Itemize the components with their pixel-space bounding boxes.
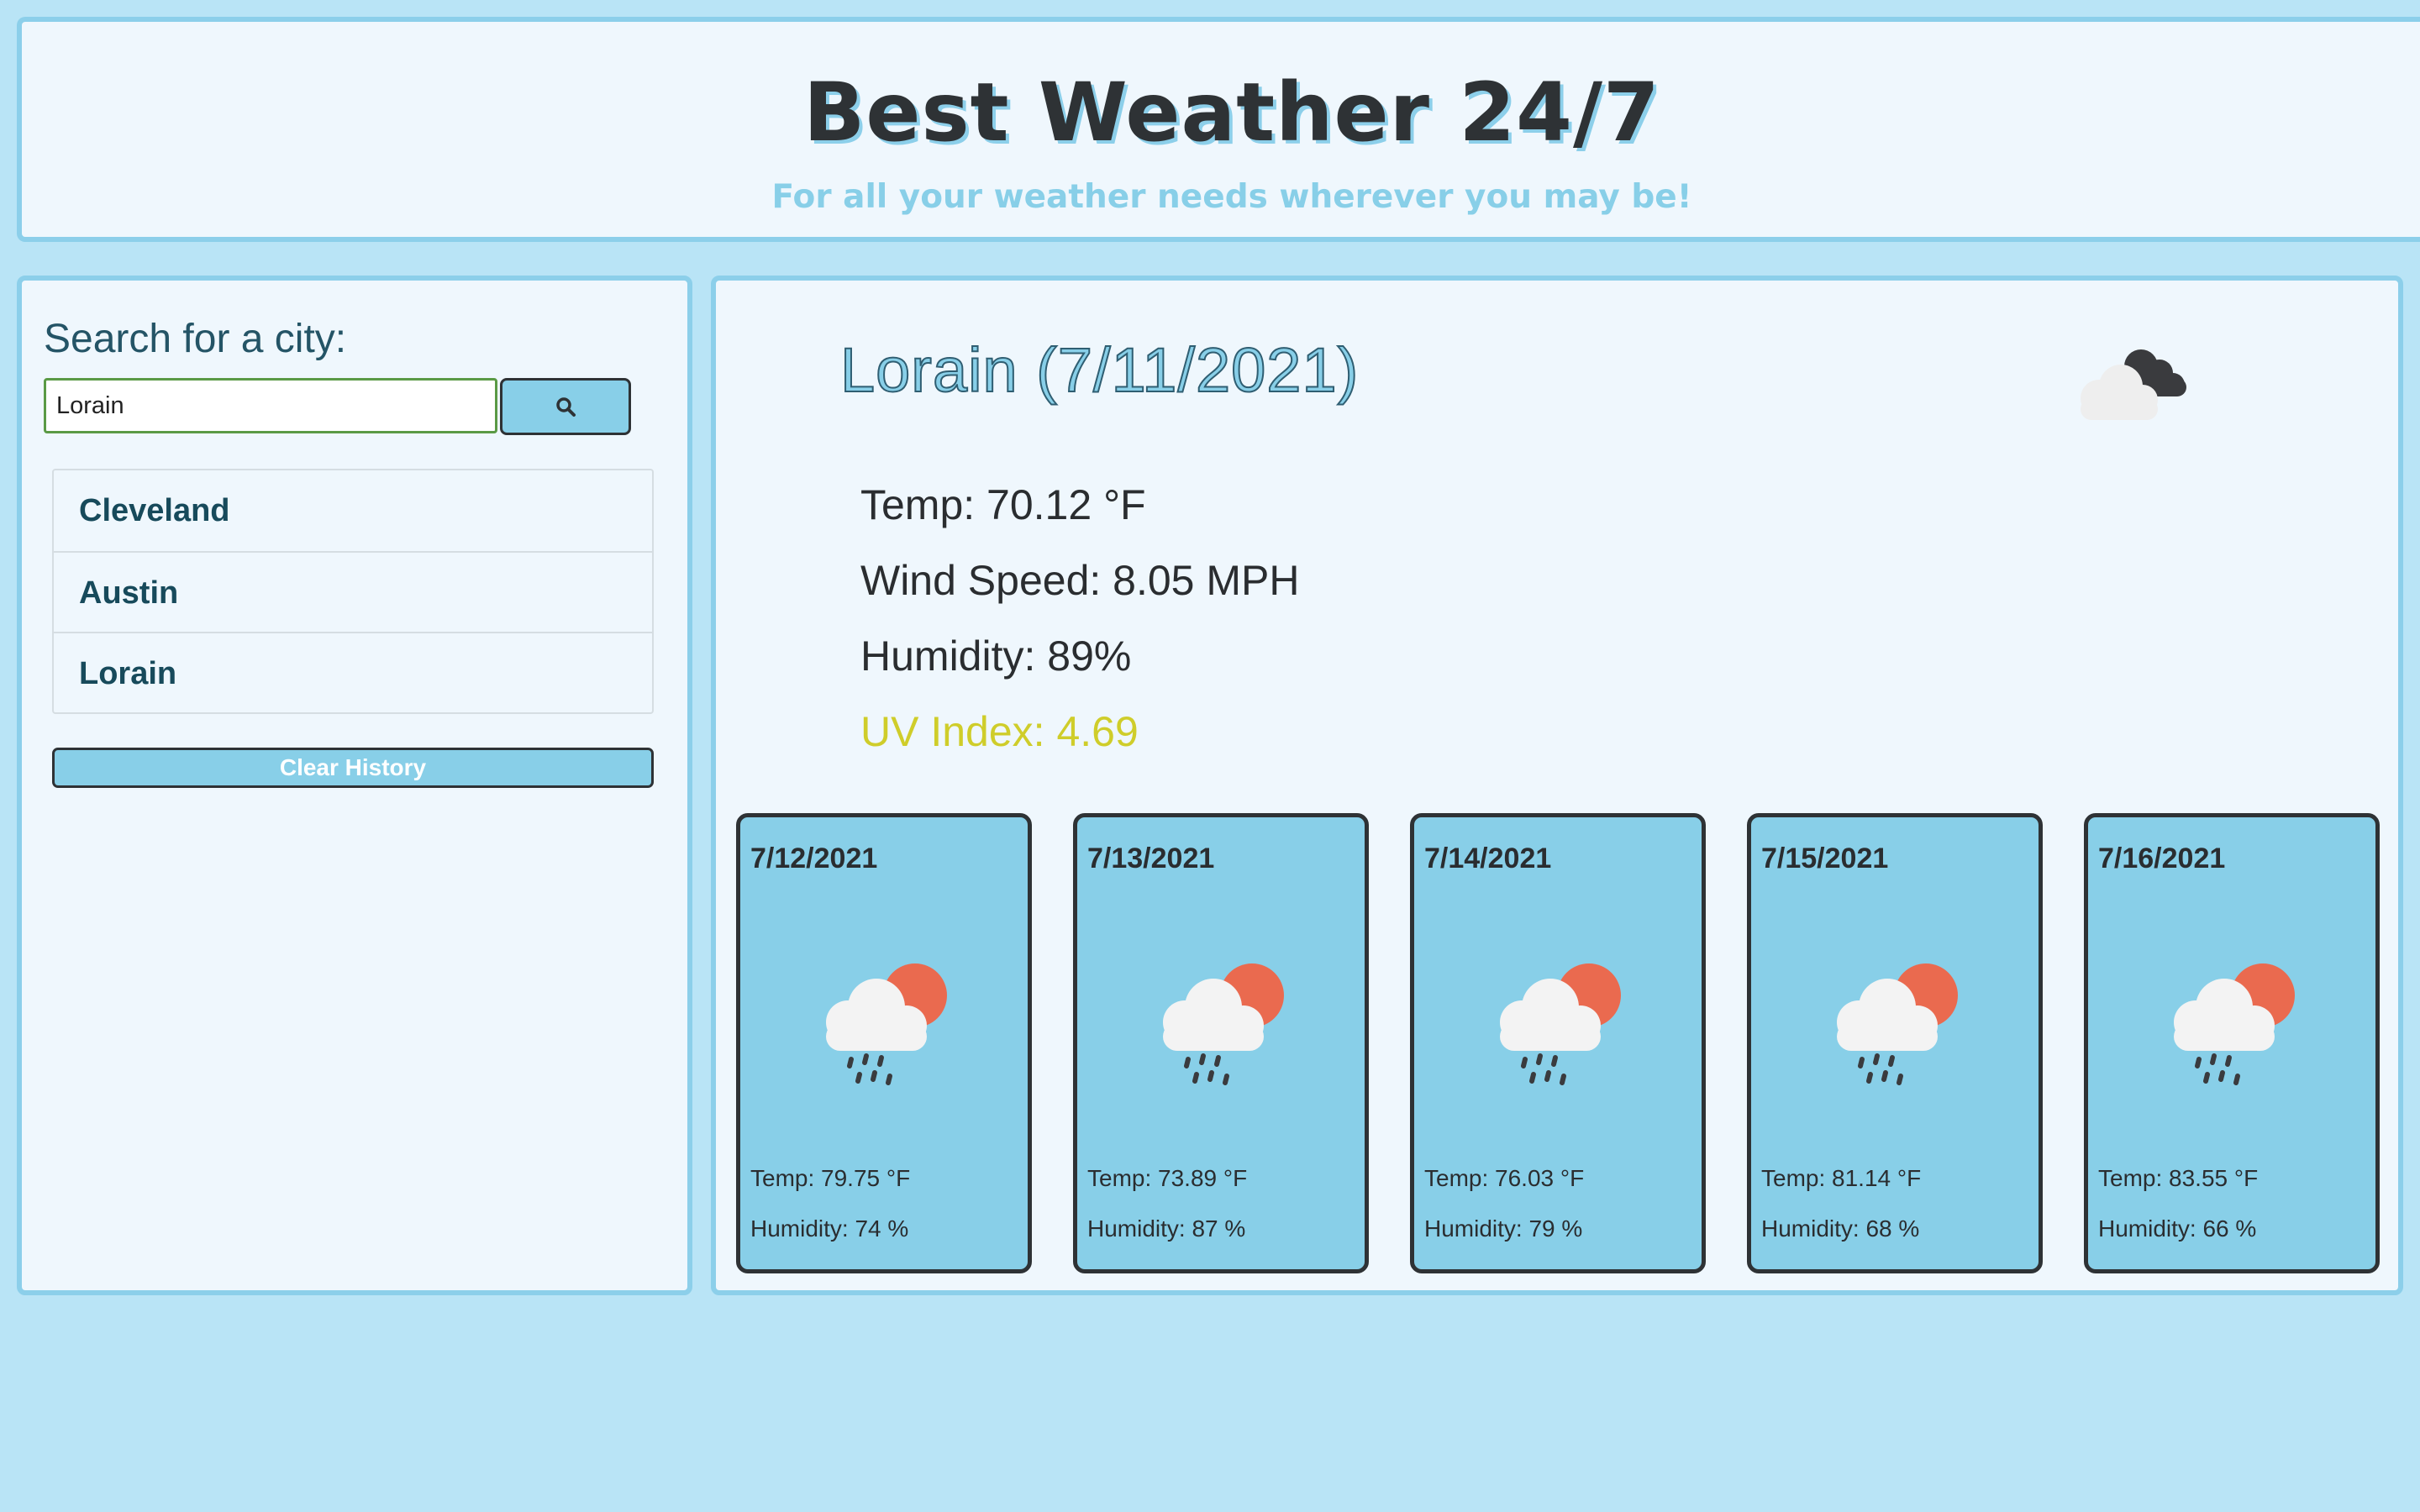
- current-humidity: Humidity: 89%: [860, 633, 1132, 680]
- forecast-date: 7/15/2021: [1761, 843, 1889, 874]
- history-item-lorain[interactable]: Lorain: [54, 632, 652, 712]
- forecast-temp: Temp: 73.89 °F: [1087, 1165, 1248, 1191]
- forecast-card: 7/12/2021 Temp: 79.75 °F Humidity: 74 %: [736, 813, 1032, 1273]
- cloudy-icon: [2081, 349, 2186, 420]
- forecast-humidity: Humidity: 74 %: [750, 1215, 909, 1242]
- rain-sun-icon: [826, 963, 947, 1085]
- forecast-humidity: Humidity: 68 %: [1761, 1215, 1920, 1242]
- rain-sun-icon: [1837, 963, 1958, 1085]
- forecast-card: 7/16/2021 Temp: 83.55 °F Humidity: 66 %: [2084, 813, 2380, 1273]
- rain-sun-icon: [1163, 963, 1284, 1085]
- forecast-temp: Temp: 83.55 °F: [2098, 1165, 2259, 1191]
- forecast-temp: Temp: 76.03 °F: [1424, 1165, 1585, 1191]
- forecast-humidity: Humidity: 79 %: [1424, 1215, 1583, 1242]
- search-history-list: Cleveland Austin Lorain: [52, 469, 654, 714]
- history-item-cleveland[interactable]: Cleveland: [54, 470, 652, 551]
- app-subtitle: For all your weather needs wherever you …: [771, 178, 1692, 216]
- current-wind: Wind Speed: 8.05 MPH: [860, 557, 1300, 604]
- forecast-humidity: Humidity: 87 %: [1087, 1215, 1246, 1242]
- search-panel: Search for a city: Cleveland Austin Lora…: [17, 276, 692, 1295]
- current-temp: Temp: 70.12 °F: [860, 481, 1146, 528]
- forecast-humidity: Humidity: 66 %: [2098, 1215, 2257, 1242]
- forecast-date: 7/14/2021: [1424, 843, 1552, 874]
- forecast-date: 7/12/2021: [750, 843, 878, 874]
- rain-sun-icon: [1500, 963, 1621, 1085]
- current-city-title: Lorain (7/11/2021): [839, 334, 1360, 406]
- forecast-date: 7/13/2021: [1087, 843, 1215, 874]
- search-button[interactable]: [500, 378, 631, 435]
- forecast-date: 7/16/2021: [2098, 843, 2226, 874]
- current-uv-index: UV Index: 4.69: [860, 708, 1139, 755]
- forecast-card: 7/14/2021 Temp: 76.03 °F Humidity: 79 %: [1410, 813, 1706, 1273]
- clear-history-button[interactable]: Clear History: [52, 748, 654, 788]
- search-label: Search for a city:: [44, 317, 347, 361]
- city-search-input[interactable]: [44, 378, 497, 433]
- forecast-card: 7/13/2021 Temp: 73.89 °F Humidity: 87 %: [1073, 813, 1369, 1273]
- weather-panel: Lorain (7/11/2021) Temp: 70.12 °F Wind S…: [711, 276, 2403, 1295]
- history-item-austin[interactable]: Austin: [54, 551, 652, 632]
- forecast-temp: Temp: 81.14 °F: [1761, 1165, 1922, 1191]
- forecast-temp: Temp: 79.75 °F: [750, 1165, 911, 1191]
- search-icon: [556, 397, 576, 417]
- rain-sun-icon: [2174, 963, 2295, 1085]
- forecast-card: 7/15/2021 Temp: 81.14 °F Humidity: 68 %: [1747, 813, 2043, 1273]
- app-title: Best Weather 24/7: [803, 66, 1660, 160]
- header-panel: Best Weather 24/7 For all your weather n…: [17, 17, 2420, 242]
